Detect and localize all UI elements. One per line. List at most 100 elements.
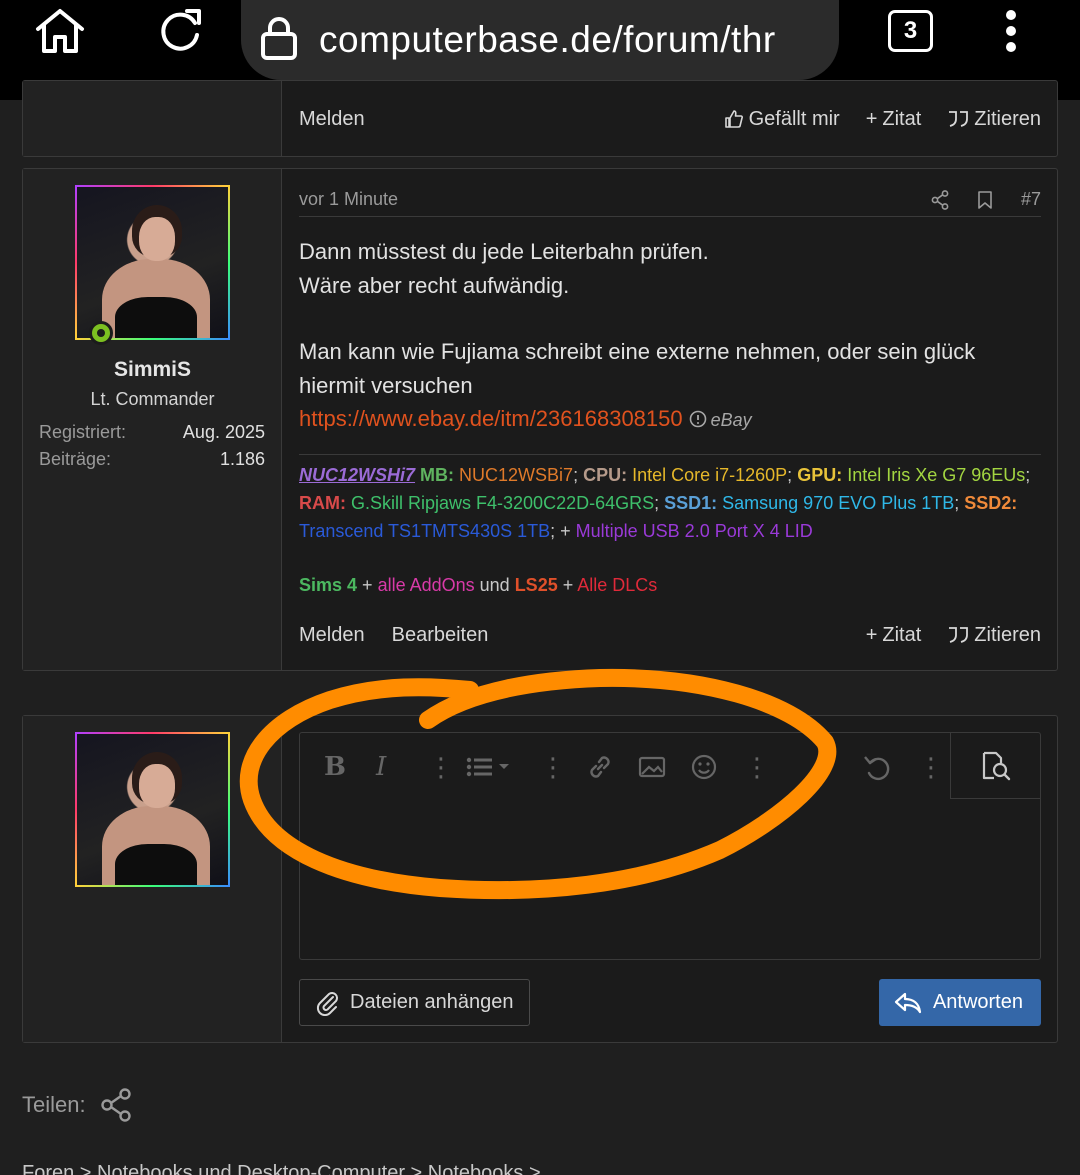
emoji-icon[interactable] [690,753,718,781]
post-meta: vor 1 Minute #7 [299,183,1041,217]
signature-segment: und [474,575,515,595]
breadcrumb[interactable]: Foren > Notebooks und Desktop-Computer >… [22,1162,541,1175]
more-insert-options-icon[interactable]: ⋮ [744,752,770,782]
signature-segment: Sims 4 [299,575,358,595]
image-icon[interactable] [638,753,666,781]
more-vert-icon[interactable] [996,8,1026,54]
plus-icon: + [865,107,878,130]
bold-icon[interactable]: B [324,752,346,782]
quote-button[interactable]: Zitieren [947,624,1041,647]
reply-button[interactable]: Antworten [878,979,1041,1026]
signature-segment: CPU: [583,465,628,485]
previous-post-userbox [23,81,282,156]
signature: NUC12WSHi7 MB: NUC12WSBi7; CPU: Intel Co… [299,454,1041,599]
share-label: Teilen: [22,1092,86,1117]
attach-files-button[interactable]: Dateien anhängen [299,979,531,1026]
signature-segment: SSD1: [664,493,718,513]
post-time[interactable]: vor 1 Minute [299,189,398,210]
more-editor-options-icon[interactable]: ⋮ [918,752,944,782]
link-icon[interactable] [586,753,614,781]
quote-plus-label: Zitat [882,623,922,646]
quote-plus-label: Zitat [882,107,922,130]
stat-label: Registriert: [39,422,127,442]
tabs-button[interactable]: 3 [888,10,933,52]
quote-label: Zitieren [974,107,1041,130]
quote-button[interactable]: Zitieren [947,108,1041,131]
paperclip-icon [316,991,338,1016]
bookmark-icon[interactable] [977,190,993,210]
report-link[interactable]: Melden [299,108,365,131]
edit-link[interactable]: Bearbeiten [392,624,489,647]
quote-plus-button[interactable]: + Zitat [866,108,922,131]
share-row: Teilen: [22,1088,132,1122]
message-line: Wäre aber recht aufwändig. [299,272,570,298]
url-text: computerbase.de/forum/thr [319,19,776,60]
signature-segment: Intel Core i7-1260P [627,465,788,485]
report-link[interactable]: Melden [299,624,365,647]
info-icon [689,410,706,428]
share-icon[interactable] [100,1088,132,1122]
home-icon[interactable] [32,6,88,56]
preview-icon [982,751,1010,780]
stat-value: 1.186 [219,449,265,469]
quote-label: Zitieren [974,623,1041,646]
signature-segment: alle AddOns [377,575,475,595]
signature-segment: + [560,521,576,541]
like-label: Gefällt mir [748,107,840,130]
signature-segment: ; [1025,465,1031,485]
quick-reply: B I ⋮ ⋮ ⋮ ⋮ Dateien anhängen Antworten [22,715,1058,1043]
signature-games: Sims 4 + alle AddOns und LS25 + Alle DLC… [299,571,1041,599]
like-button[interactable]: Gefällt mir [724,108,840,131]
preview-button[interactable] [950,733,1040,799]
stat-registered: Registriert: Aug. 2025 [39,422,265,443]
signature-specs: NUC12WSHi7 MB: NUC12WSBi7; CPU: Intel Co… [299,461,1041,545]
signature-segment: + [557,575,578,595]
ebay-link[interactable]: https://www.ebay.de/itm/236168308150 [299,406,683,431]
previous-post: Melden Gefällt mir + Zitat Zitieren [22,80,1058,157]
address-bar[interactable]: computerbase.de/forum/thr [241,0,839,80]
attach-files-label: Dateien anhängen [350,991,514,1013]
lock-icon [259,16,299,65]
signature-segment: ; [954,493,965,513]
signature-segment: ; [654,493,665,513]
signature-segment: Intel Iris Xe G7 96EUs [842,465,1026,485]
post-number[interactable]: #7 [1021,189,1041,210]
signature-segment: ; [573,465,584,485]
quote-plus-button[interactable]: + Zitat [866,624,922,647]
undo-icon[interactable] [862,753,892,781]
signature-segment: LS25 [514,575,558,595]
signature-segment: Samsung 970 EVO Plus 1TB [717,493,955,513]
signature-segment: SSD2: [964,493,1018,513]
user-title: Lt. Commander [90,389,215,409]
avatar[interactable] [75,185,230,340]
signature-segment: ; [550,521,561,541]
reply-userbox [23,716,282,1042]
previous-post-actions: Melden Gefällt mir + Zitat Zitieren [299,99,1041,139]
post-actions: Melden Bearbeiten + Zitat Zitieren [299,615,1041,655]
reply-label: Antworten [932,991,1023,1013]
reply-icon [894,992,922,1013]
share-icon[interactable] [931,189,949,210]
avatar [75,732,230,887]
editor-toolbar: B I ⋮ ⋮ ⋮ ⋮ [300,733,1040,801]
username[interactable]: SimmiS [23,358,282,382]
more-text-options-icon[interactable]: ⋮ [428,752,454,782]
reload-icon[interactable] [154,4,206,56]
stat-label: Beiträge: [39,449,112,469]
signature-segment[interactable]: NUC12WSHi7 [299,465,415,485]
thumbs-up-icon [724,110,743,128]
signature-segment: Multiple USB 2.0 Port X 4 LID [575,521,813,541]
reply-editor[interactable]: B I ⋮ ⋮ ⋮ ⋮ [299,732,1041,960]
post-message: Dann müsstest du jede Leiterbahn prüfen.… [299,235,1041,438]
more-list-options-icon[interactable]: ⋮ [540,752,566,782]
italic-icon[interactable]: I [376,752,386,782]
signature-segment: GPU: [797,465,843,485]
message-line: Dann müsstest du jede Leiterbahn prüfen. [299,239,709,264]
list-icon[interactable] [466,753,512,781]
signature-segment: G.Skill Ripjaws F4-3200C22D-64GRS [346,493,655,513]
link-source: eBay [689,410,752,430]
post-userbox: SimmiS Lt. Commander Registriert: Aug. 2… [23,169,282,670]
quote-icon [949,111,969,127]
signature-segment: Transcend TS1TMTS430S 1TB [299,521,551,541]
signature-segment: NUC12WSBi7 [454,465,574,485]
